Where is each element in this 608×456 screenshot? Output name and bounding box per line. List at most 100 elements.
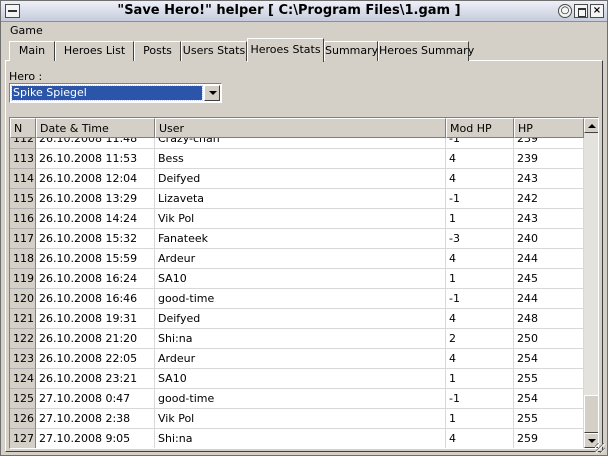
title-bar[interactable]: "Save Hero!" helper [ C:\Program Files\1… [1, 1, 607, 22]
cell-n: 114 [10, 169, 36, 189]
table-row[interactable]: 124 26.10.2008 23:21 SA10 1 255 [10, 369, 584, 389]
cell-user: SA10 [155, 369, 446, 389]
cell-hp: 248 [514, 309, 584, 329]
tab-heroes-list[interactable]: Heroes List [55, 41, 134, 61]
cell-date-time: 26.10.2008 14:24 [36, 209, 155, 229]
tab-posts[interactable]: Posts [134, 41, 181, 61]
cell-hp: 240 [514, 229, 584, 249]
cell-hp: 243 [514, 209, 584, 229]
cell-user: Shi:na [155, 329, 446, 349]
table-header: N Date & Time User Mod HP HP [10, 118, 584, 138]
cell-date-time: 27.10.2008 2:38 [36, 409, 155, 429]
table-row[interactable]: 115 26.10.2008 13:29 Lizaveta -1 242 [10, 189, 584, 209]
close-button[interactable]: × [590, 4, 604, 18]
cell-date-time: 26.10.2008 13:29 [36, 189, 155, 209]
cell-user: Ardeur [155, 249, 446, 269]
tab-users-stats[interactable]: Users Stats [181, 41, 247, 61]
column-header-hp[interactable]: HP [514, 118, 584, 138]
cell-user: good-time [155, 389, 446, 409]
table-row[interactable]: 119 26.10.2008 16:24 SA10 1 245 [10, 269, 584, 289]
cell-hp: 244 [514, 289, 584, 309]
cell-n: 125 [10, 389, 36, 409]
cell-mod-hp: -3 [446, 229, 514, 249]
table-row[interactable]: 120 26.10.2008 16:46 good-time -1 244 [10, 289, 584, 309]
cell-n: 118 [10, 249, 36, 269]
minimize-button[interactable]: ○ [558, 4, 572, 18]
cell-date-time: 26.10.2008 16:46 [36, 289, 155, 309]
cell-date-time: 26.10.2008 12:04 [36, 169, 155, 189]
cell-mod-hp: 4 [446, 349, 514, 369]
dropdown-button[interactable] [204, 85, 220, 101]
column-header-mod-hp[interactable]: Mod HP [446, 118, 514, 138]
cell-hp: 250 [514, 329, 584, 349]
table-row[interactable]: 122 26.10.2008 21:20 Shi:na 2 250 [10, 329, 584, 349]
cell-user: Ardeur [155, 349, 446, 369]
scroll-up-button[interactable] [584, 118, 598, 133]
column-header-date-time[interactable]: Date & Time [36, 118, 155, 138]
cell-n: 124 [10, 369, 36, 389]
hero-dropdown[interactable]: Spike Spiegel [9, 83, 222, 103]
cell-mod-hp: 4 [446, 429, 514, 448]
table-body: 11226.10.2008 11:48Crazy-chan-123911326.… [10, 129, 584, 448]
cell-date-time: 27.10.2008 0:47 [36, 389, 155, 409]
table-row[interactable]: 117 26.10.2008 15:32 Fanateek -3 240 [10, 229, 584, 249]
tab-heroes-summary[interactable]: Heroes Summary [378, 41, 474, 61]
cell-n: 120 [10, 289, 36, 309]
cell-user: Shi:na [155, 429, 446, 448]
maximize-button[interactable] [574, 4, 588, 18]
tab-summary[interactable]: Summary [324, 41, 378, 61]
hero-selected-value: Spike Spiegel [11, 85, 203, 101]
cell-hp: 254 [514, 349, 584, 369]
cell-n: 122 [10, 329, 36, 349]
tab-heroes-stats[interactable]: Heroes Stats [247, 38, 324, 62]
cell-mod-hp: 4 [446, 309, 514, 329]
hero-label: Hero : [9, 70, 43, 83]
table-row[interactable]: 126 27.10.2008 2:38 Vik Pol 1 255 [10, 409, 584, 429]
cell-hp: 239 [514, 149, 584, 169]
cell-date-time: 26.10.2008 16:24 [36, 269, 155, 289]
cell-user: Deifyed [155, 309, 446, 329]
cell-hp: 244 [514, 249, 584, 269]
cell-mod-hp: 4 [446, 169, 514, 189]
cell-user: SA10 [155, 269, 446, 289]
table-row[interactable]: 121 26.10.2008 19:31 Deifyed 4 248 [10, 309, 584, 329]
table-row[interactable]: 127 27.10.2008 9:05 Shi:na 4 259 [10, 429, 584, 448]
cell-mod-hp: 1 [446, 409, 514, 429]
table-row[interactable]: 123 26.10.2008 22:05 Ardeur 4 254 [10, 349, 584, 369]
cell-n: 127 [10, 429, 36, 448]
cell-hp: 259 [514, 429, 584, 448]
cell-user: good-time [155, 289, 446, 309]
column-header-n[interactable]: N [10, 118, 36, 138]
cell-mod-hp: 4 [446, 249, 514, 269]
resize-grip-icon[interactable] [595, 443, 605, 453]
cell-user: Vik Pol [155, 409, 446, 429]
cell-n: 116 [10, 209, 36, 229]
cell-date-time: 26.10.2008 22:05 [36, 349, 155, 369]
vertical-scrollbar[interactable] [584, 118, 598, 448]
scroll-thumb[interactable] [584, 395, 598, 433]
menu-bar: Game [1, 23, 607, 39]
cell-date-time: 26.10.2008 15:32 [36, 229, 155, 249]
table-row[interactable]: 114 26.10.2008 12:04 Deifyed 4 243 [10, 169, 584, 189]
cell-n: 115 [10, 189, 36, 209]
cell-n: 123 [10, 349, 36, 369]
table-row[interactable]: 118 26.10.2008 15:59 Ardeur 4 244 [10, 249, 584, 269]
table-row[interactable]: 113 26.10.2008 11:53 Bess 4 239 [10, 149, 584, 169]
cell-user: Fanateek [155, 229, 446, 249]
system-menu-icon[interactable] [5, 4, 20, 18]
cell-mod-hp: 2 [446, 329, 514, 349]
cell-n: 113 [10, 149, 36, 169]
hero-stats-table[interactable]: 11226.10.2008 11:48Crazy-chan-123911326.… [9, 117, 599, 449]
cell-date-time: 26.10.2008 15:59 [36, 249, 155, 269]
cell-hp: 255 [514, 369, 584, 389]
cell-mod-hp: 1 [446, 209, 514, 229]
cell-mod-hp: -1 [446, 189, 514, 209]
table-row[interactable]: 116 26.10.2008 14:24 Vik Pol 1 243 [10, 209, 584, 229]
table-row[interactable]: 125 27.10.2008 0:47 good-time -1 254 [10, 389, 584, 409]
cell-user: Vik Pol [155, 209, 446, 229]
menu-game[interactable]: Game [10, 24, 43, 37]
cell-n: 119 [10, 269, 36, 289]
cell-mod-hp: -1 [446, 289, 514, 309]
tab-main[interactable]: Main [9, 41, 55, 61]
column-header-user[interactable]: User [155, 118, 446, 138]
